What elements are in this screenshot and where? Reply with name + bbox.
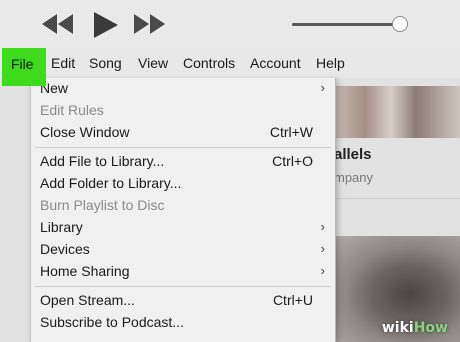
menu-item-edit-rules: Edit Rules (31, 100, 335, 122)
menu-file[interactable]: File (2, 48, 46, 86)
menu-item-label: Add Folder to Library... (40, 175, 182, 191)
menu-separator (35, 147, 331, 148)
album-subtitle: mpany (334, 170, 374, 185)
menu-account[interactable]: Account (250, 55, 301, 71)
menu-item-label: Burn Playlist to Disc (40, 197, 165, 213)
menu-song[interactable]: Song (89, 55, 122, 71)
menu-controls[interactable]: Controls (183, 55, 235, 71)
menu-item-library[interactable]: Library › (31, 217, 335, 239)
submenu-arrow-icon: › (320, 241, 325, 256)
fast-forward-icon[interactable] (133, 14, 165, 34)
menu-item-add-folder[interactable]: Add Folder to Library... (31, 173, 335, 195)
menu-help[interactable]: Help (316, 55, 345, 71)
menu-item-label: Devices (40, 241, 90, 257)
menu-item-label: Edit Rules (40, 102, 104, 118)
submenu-arrow-icon: › (320, 80, 325, 95)
submenu-arrow-icon: › (320, 263, 325, 278)
menu-item-shortcut: Ctrl+W (269, 124, 313, 140)
content-divider (334, 198, 460, 199)
menu-item-label: Subscribe to Podcast... (40, 314, 184, 330)
menu-item-label: Open Stream... (40, 292, 135, 308)
menu-item-shortcut: Ctrl+O (272, 153, 313, 169)
volume-knob[interactable] (392, 16, 408, 32)
menu-item-label: Home Sharing (40, 263, 130, 279)
menu-view[interactable]: View (138, 55, 168, 71)
submenu-arrow-icon: › (320, 219, 325, 234)
menu-item-devices[interactable]: Devices › (31, 239, 335, 261)
menu-item-open-stream[interactable]: Open Stream... Ctrl+U (31, 290, 335, 312)
menu-item-subscribe-podcast[interactable]: Subscribe to Podcast... (31, 312, 335, 334)
volume-fill (292, 23, 400, 26)
menu-item-new[interactable]: New › (31, 78, 335, 100)
file-menu-dropdown: New › Edit Rules Close Window Ctrl+W Add… (30, 78, 336, 342)
album-artwork[interactable] (334, 86, 460, 138)
menu-item-close-window[interactable]: Close Window Ctrl+W (31, 122, 335, 144)
volume-slider[interactable] (292, 16, 412, 34)
artwork-photo[interactable]: wikiHow (334, 236, 460, 342)
menu-item-label: Library (40, 219, 83, 235)
menu-edit[interactable]: Edit (51, 55, 75, 71)
menu-file-label: File (11, 56, 34, 72)
menu-separator (35, 286, 331, 287)
menu-item-label: Close Window (40, 124, 130, 140)
player-bar (0, 0, 460, 48)
menu-item-burn-playlist: Burn Playlist to Disc (31, 195, 335, 217)
album-title[interactable]: allels (334, 146, 372, 163)
play-icon[interactable] (90, 10, 120, 40)
menu-item-shortcut: Ctrl+U (272, 292, 313, 308)
wikihow-watermark: wikiHow (381, 320, 448, 336)
itunes-window: File Edit Song View Controls Account Hel… (0, 0, 460, 342)
menu-item-add-file[interactable]: Add File to Library... Ctrl+O (31, 151, 335, 173)
rewind-icon[interactable] (42, 14, 74, 34)
menu-bar: File Edit Song View Controls Account Hel… (0, 48, 460, 86)
menu-item-home-sharing[interactable]: Home Sharing › (31, 261, 335, 283)
menu-item-label: Add File to Library... (40, 153, 165, 169)
